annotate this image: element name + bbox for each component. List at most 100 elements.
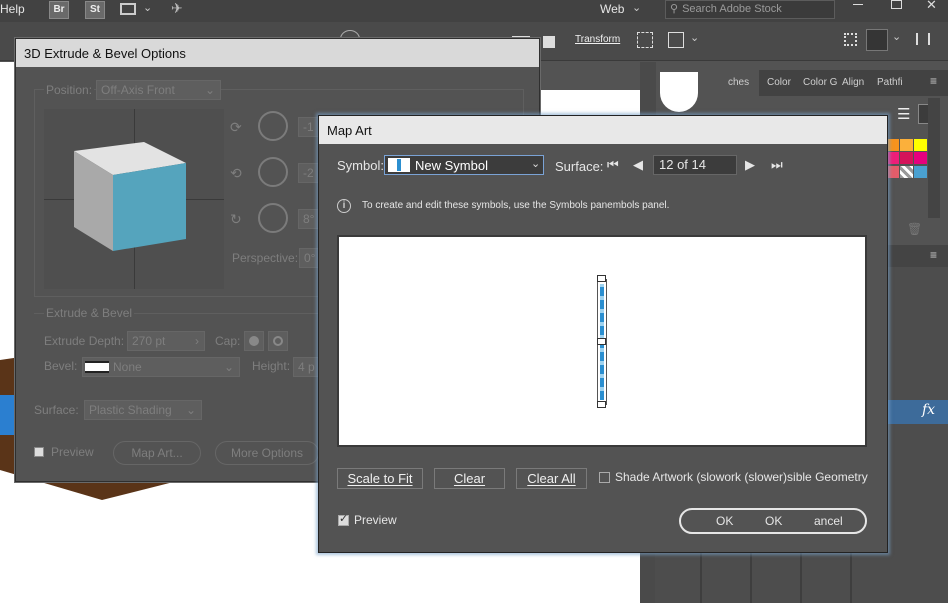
restore-button[interactable] — [878, 0, 914, 16]
more-options-button[interactable]: More Options — [215, 441, 319, 465]
rotate-x-dial[interactable] — [258, 111, 288, 141]
dialog-title: Map Art — [327, 123, 372, 138]
bounding-handle-bottom[interactable] — [597, 401, 606, 408]
preview-label: Preview — [51, 445, 94, 459]
cube-icon — [74, 142, 186, 251]
swatch-light-orange[interactable] — [900, 139, 913, 151]
fx-icon[interactable]: fx — [922, 402, 935, 418]
last-surface-icon[interactable]: ⏭ — [771, 157, 783, 173]
color-guide-preview — [660, 72, 698, 112]
first-surface-icon[interactable]: ⏮ — [607, 157, 619, 173]
panel-options-icon[interactable]: ≡ — [930, 74, 937, 88]
tab-align[interactable]: Align — [842, 77, 864, 88]
cap-label: Cap: — [215, 334, 241, 348]
preview-checkbox[interactable] — [34, 447, 44, 457]
tab-swatches[interactable]: ches — [728, 77, 749, 88]
chevron-down-icon[interactable]: ⌄ — [143, 1, 152, 14]
list-view-icon[interactable]: ☰ — [897, 105, 910, 123]
shade-artwork-label: Shade Artwork (slowork (slower)sible Geo… — [615, 470, 868, 484]
chevron-down-icon: ⌄ — [185, 403, 196, 417]
menu-help[interactable]: Help — [0, 2, 25, 16]
checkmark-icon: ✓ — [339, 513, 349, 525]
swatch-pink[interactable] — [914, 152, 927, 164]
rotate-z-dial[interactable] — [258, 203, 288, 233]
panel-chevron-icon[interactable]: ⌄ — [892, 30, 901, 43]
puppet-chevron-icon[interactable]: ⌄ — [690, 31, 699, 44]
surface-select[interactable]: Plastic Shading ⌄ — [84, 400, 202, 420]
ok-button-duplicate[interactable]: OK — [765, 514, 782, 528]
swatch-blue-pattern[interactable] — [914, 166, 927, 178]
transform-link[interactable]: Transform — [575, 34, 620, 45]
clear-all-button[interactable]: Clear All — [516, 468, 587, 489]
preview-checkbox[interactable]: ✓ — [338, 513, 349, 526]
workspace-chevron-icon[interactable]: ⌄ — [632, 1, 641, 14]
dialog-title: 3D Extrude & Bevel Options — [24, 46, 186, 61]
info-message: To create and edit these symbols, use th… — [362, 200, 670, 211]
chevron-down-icon: ⌄ — [223, 360, 234, 374]
panel-toggle-icon[interactable] — [866, 29, 888, 51]
info-icon: i — [337, 199, 351, 213]
scale-to-fit-button[interactable]: Scale to Fit — [337, 468, 423, 489]
symbol-thumbnail-mark — [397, 159, 401, 171]
close-button[interactable]: ✕ — [914, 0, 948, 16]
grid-view-icon[interactable] — [844, 33, 857, 46]
pasteboard — [540, 62, 640, 90]
swatch-crimson[interactable] — [900, 152, 913, 164]
cap-on-button[interactable] — [244, 331, 264, 351]
extrude-depth-field[interactable]: 270 pt › — [127, 331, 205, 351]
bevel-label: Bevel: — [44, 359, 78, 373]
tab-pathfinder[interactable]: Pathfi — [877, 77, 903, 88]
rotate-z-axis-icon: ↻ — [230, 211, 242, 227]
symbol-label: Symbol: — [337, 158, 384, 173]
position-select[interactable]: Off-Axis Front ⌄ — [96, 80, 221, 100]
chevron-right-icon: › — [195, 334, 199, 348]
bounding-handle-top[interactable] — [597, 275, 606, 282]
stock-search-input[interactable]: ⚲ Search Adobe Stock — [665, 0, 835, 19]
clear-button[interactable]: Clear — [434, 468, 505, 489]
arrange-documents-icon[interactable] — [120, 3, 136, 15]
gpu-performance-icon[interactable]: ✈ — [171, 0, 183, 17]
position-label: Position: — [44, 83, 95, 97]
panel-menu-icon[interactable] — [916, 33, 930, 45]
dialog-titlebar[interactable]: 3D Extrude & Bevel Options — [16, 39, 539, 67]
tab-color[interactable]: Color — [767, 77, 791, 88]
swatches-scrollbar[interactable] — [928, 98, 940, 218]
rotation-track-cube[interactable] — [44, 109, 224, 289]
symbol-value: New Symbol — [415, 158, 488, 173]
bridge-button[interactable]: Br — [49, 1, 69, 19]
symbol-thumbnail — [388, 158, 410, 172]
shade-artwork-checkbox[interactable] — [599, 472, 610, 483]
workspace-switcher[interactable]: Web — [600, 2, 624, 16]
cap-off-button[interactable] — [268, 331, 288, 351]
next-surface-icon[interactable]: ▶ — [745, 157, 755, 173]
bevel-select[interactable]: None ⌄ — [82, 357, 240, 377]
surface-preview-area[interactable] — [337, 235, 867, 447]
dialog-titlebar[interactable]: Map Art — [319, 116, 887, 144]
map-art-button[interactable]: Map Art... — [113, 441, 201, 465]
symbol-select[interactable]: New Symbol ⌄ — [384, 155, 544, 175]
preview-label: Preview — [354, 513, 397, 527]
minimize-button[interactable] — [840, 0, 876, 16]
extrude-depth-label: Extrude Depth: — [44, 334, 125, 348]
cap-on-icon — [249, 336, 259, 346]
search-icon: ⚲ — [670, 3, 679, 15]
distribute-icon[interactable] — [543, 36, 555, 48]
swatch-yellow[interactable] — [914, 139, 927, 151]
rotate-y-dial[interactable] — [258, 157, 288, 187]
delete-swatch-icon[interactable]: 🗑 — [907, 222, 922, 236]
perspective-label: Perspective: — [232, 251, 299, 265]
chevron-down-icon: ⌄ — [204, 83, 215, 97]
menu-bar: Help Br St ⌄ ✈ Web ⌄ ⚲ Search Adobe Stock… — [0, 0, 948, 22]
transform-each-icon[interactable] — [637, 32, 653, 48]
tab-color-guide[interactable]: Color G — [803, 77, 837, 88]
swatch-pattern[interactable] — [900, 166, 913, 178]
cancel-button[interactable]: ancel — [814, 514, 843, 528]
ok-button[interactable]: OK — [716, 514, 733, 528]
surface-field[interactable]: 12 of 14 — [653, 155, 737, 175]
appearance-options-icon[interactable]: ≡ — [930, 248, 937, 262]
stock-button[interactable]: St — [85, 1, 105, 19]
puppet-warp-icon[interactable] — [668, 32, 684, 48]
bounding-handle-middle[interactable] — [597, 338, 606, 345]
close-icon: ✕ — [926, 0, 937, 12]
previous-surface-icon[interactable]: ◀ — [633, 157, 643, 173]
